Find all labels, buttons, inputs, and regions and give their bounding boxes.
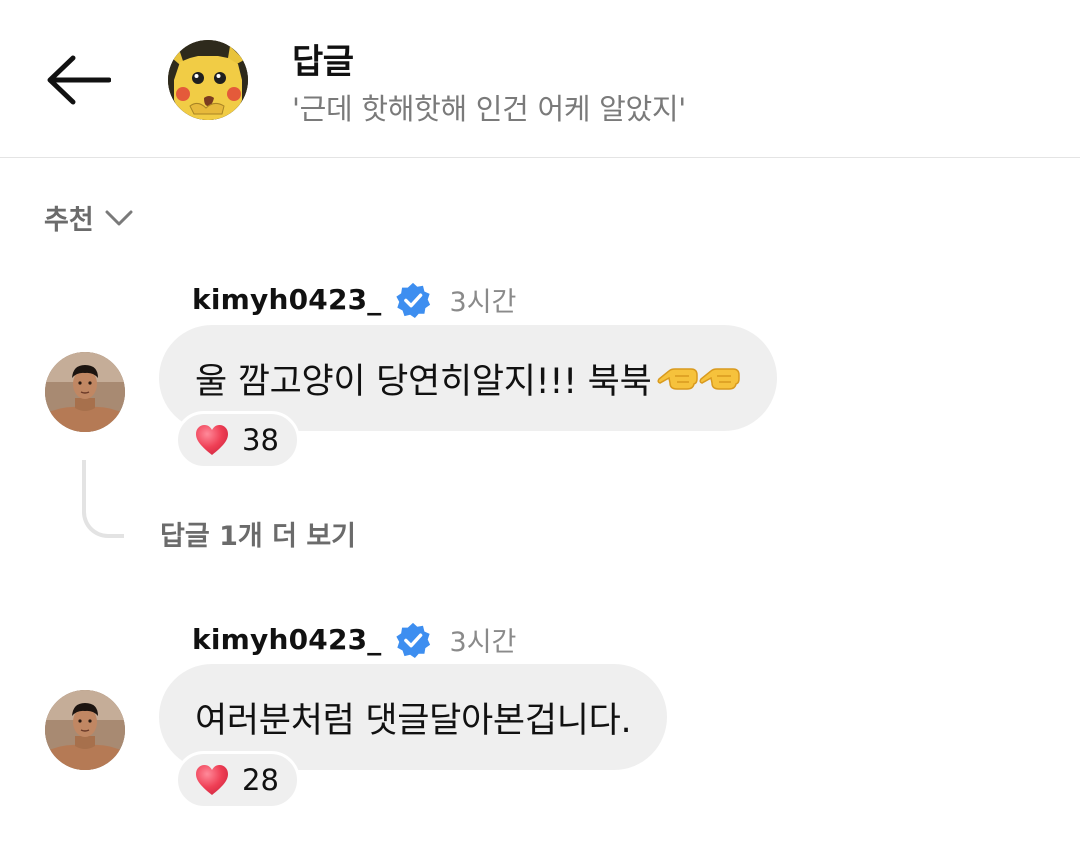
avatar[interactable] — [45, 690, 125, 770]
heart-icon — [196, 765, 228, 795]
avatar[interactable] — [168, 40, 248, 120]
view-more-replies-link[interactable]: 답글 1개 더 보기 — [160, 514, 356, 553]
comment-meta: kimyh0423_ 3시간 — [192, 620, 516, 659]
header: 답글 '근데 핫해핫해 인건 어케 알았지' — [0, 0, 1080, 158]
comment-text: 울 깜고양이 당연히알지!!! 북북 — [195, 361, 652, 402]
pointing-hand-emoji-icon — [657, 368, 699, 390]
sort-dropdown[interactable]: 추천 — [44, 198, 134, 237]
chevron-down-icon — [105, 210, 133, 225]
comment-username[interactable]: kimyh0423_ — [192, 623, 382, 656]
like-button[interactable]: 28 — [175, 751, 300, 809]
user-avatar-icon — [45, 352, 125, 432]
comment-meta: kimyh0423_ 3시간 — [192, 280, 516, 319]
comment-time: 3시간 — [449, 287, 517, 318]
comment-text: 여러분처럼 댓글달아본겁니다. — [195, 700, 632, 741]
pikachu-avatar-icon — [168, 40, 248, 120]
arrow-left-icon — [47, 55, 111, 105]
pointing-hand-emoji-icon — [699, 368, 741, 390]
back-button[interactable] — [38, 48, 118, 112]
like-count: 28 — [242, 763, 279, 797]
like-count: 38 — [242, 423, 279, 457]
verified-badge-icon — [395, 622, 430, 658]
verified-badge-icon — [395, 282, 430, 318]
like-button[interactable]: 38 — [175, 411, 300, 469]
avatar[interactable] — [45, 352, 125, 432]
comment-username[interactable]: kimyh0423_ — [192, 283, 382, 316]
parent-comment-preview: '근데 핫해핫해 인건 어케 알았지' — [292, 92, 686, 126]
thread-connector-line — [82, 460, 124, 538]
sort-label: 추천 — [44, 205, 94, 236]
heart-icon — [196, 425, 228, 455]
user-avatar-icon — [45, 690, 125, 770]
page-title: 답글 — [292, 42, 354, 82]
comment-time: 3시간 — [449, 627, 517, 658]
